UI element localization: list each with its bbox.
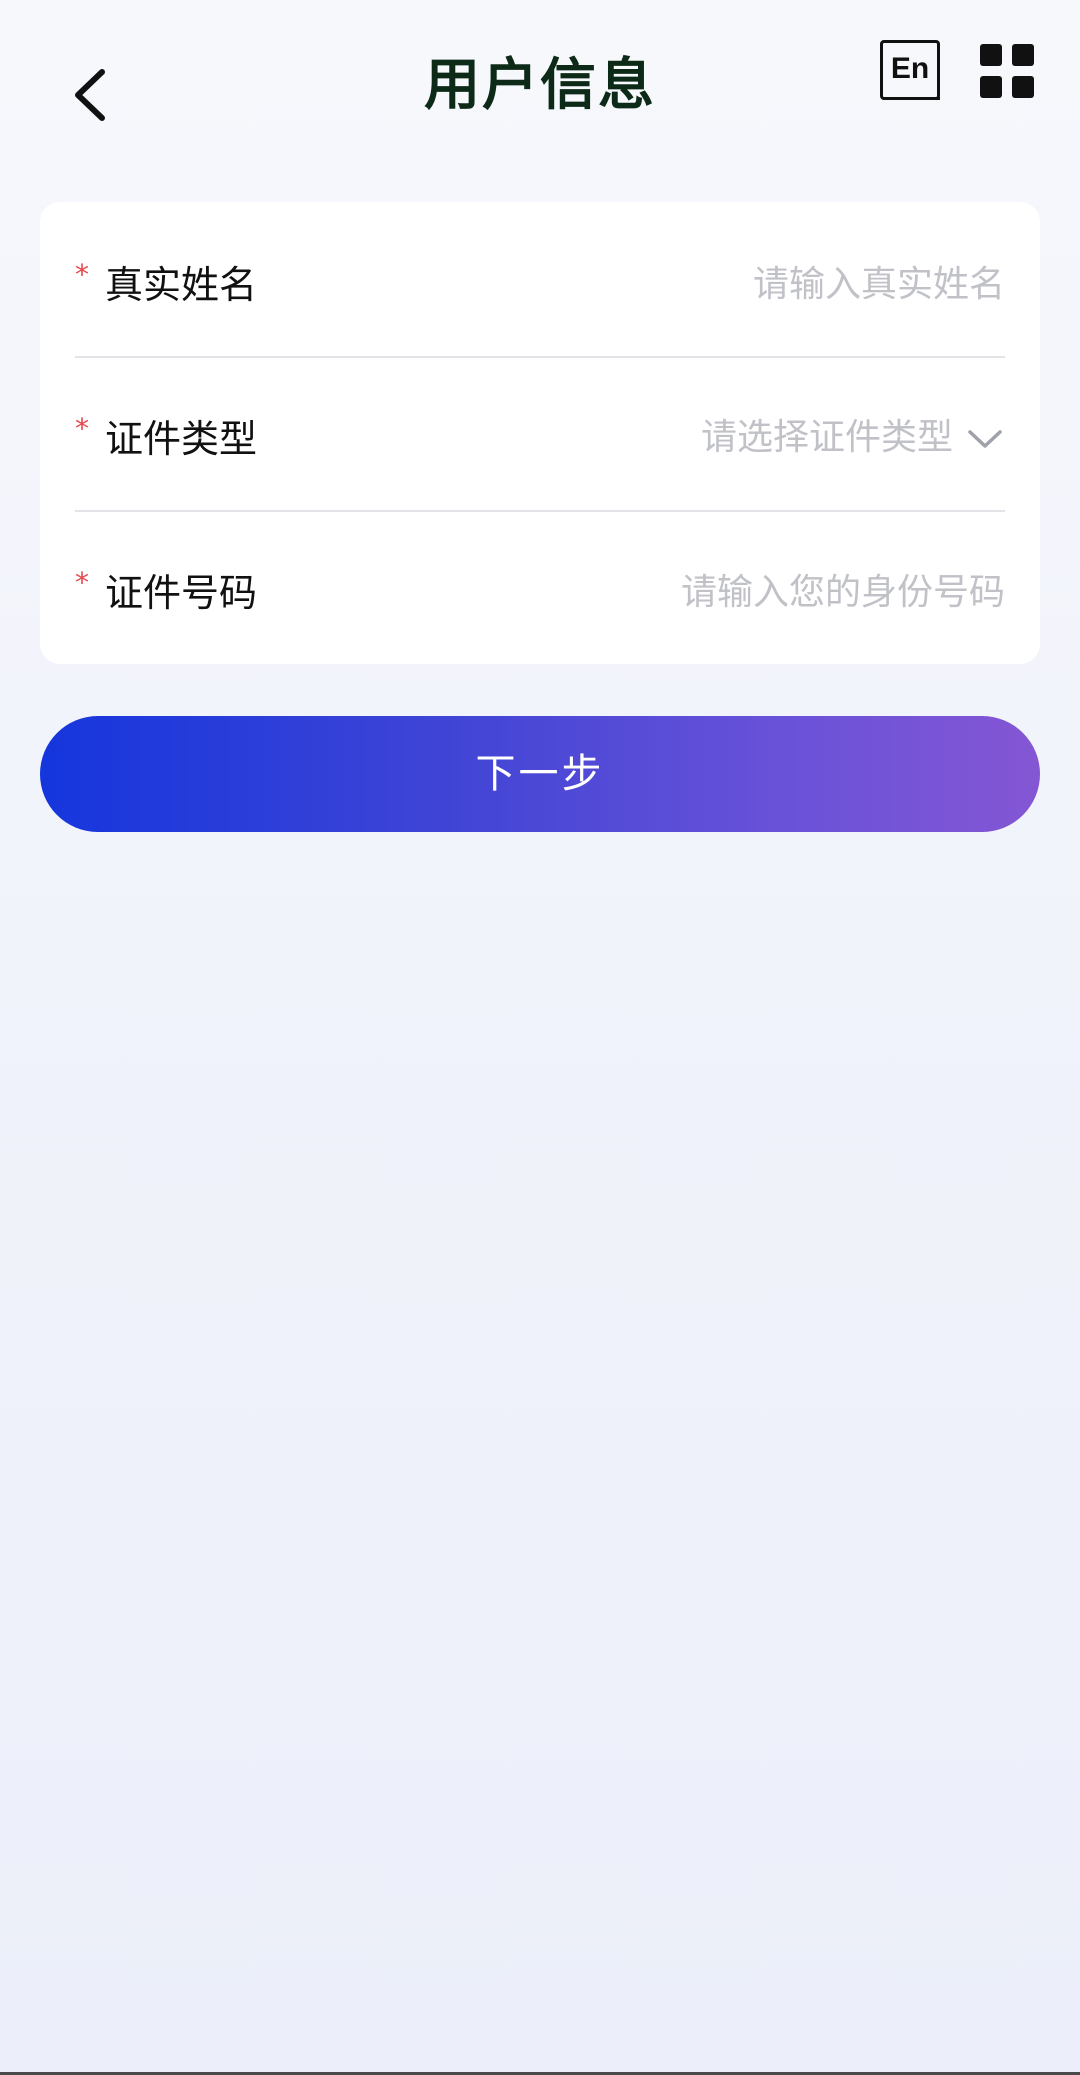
form-row-id-type: * 证件类型 请选择证件类型 bbox=[75, 356, 1005, 510]
real-name-input[interactable] bbox=[465, 256, 1005, 312]
form-row-real-name: * 真实姓名 bbox=[75, 202, 1005, 356]
id-number-label: 证件号码 bbox=[105, 571, 258, 615]
header: 用户信息 En bbox=[0, 0, 1080, 180]
id-type-placeholder: 请选择证件类型 bbox=[700, 417, 953, 458]
id-type-select[interactable]: 请选择证件类型 bbox=[465, 410, 1005, 466]
language-label: En bbox=[890, 52, 930, 85]
required-mark: * bbox=[75, 566, 89, 599]
language-toggle-button[interactable]: En bbox=[880, 40, 940, 100]
required-mark: * bbox=[75, 258, 89, 291]
grid-menu-button[interactable] bbox=[980, 44, 1036, 100]
id-type-label: 证件类型 bbox=[105, 417, 258, 461]
chevron-down-icon bbox=[968, 430, 1002, 448]
user-info-form: * 真实姓名 * 证件类型 请选择证件类型 * 证件号码 bbox=[40, 202, 1040, 664]
next-step-button[interactable]: 下一步 bbox=[40, 716, 1040, 832]
real-name-label: 真实姓名 bbox=[105, 263, 258, 307]
form-row-id-number: * 证件号码 bbox=[75, 510, 1005, 664]
required-mark: * bbox=[75, 412, 89, 445]
id-number-input[interactable] bbox=[465, 564, 1005, 620]
language-icon-underline bbox=[893, 97, 940, 100]
